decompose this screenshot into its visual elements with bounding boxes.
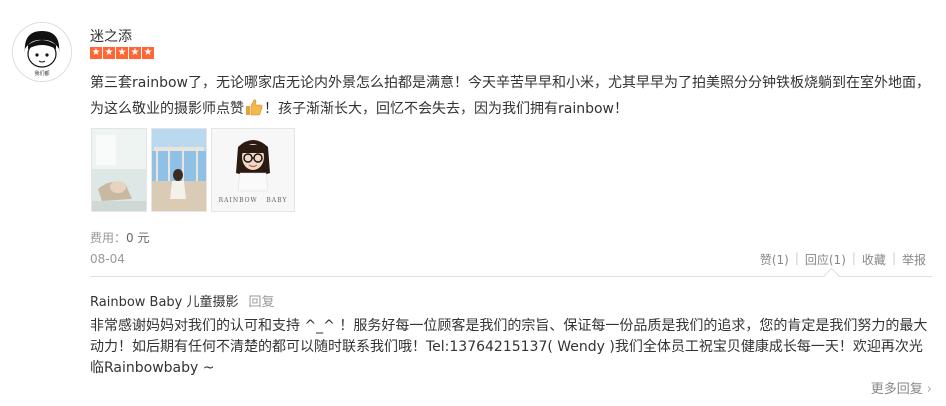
reply-text: 非常感谢妈妈对我们的认可和支持 ^_^ ！服务好每一位顾客是我们的宗旨、保证每一… xyxy=(90,318,928,376)
review-text: 第三套rainbow了，无论哪家店无论内外景怎么拍都是满意！今天辛苦早早和小米，… xyxy=(90,70,930,122)
reply-pointer xyxy=(823,267,840,284)
review-date: 08-04 xyxy=(90,252,125,266)
fee-label: 费用： xyxy=(90,231,127,245)
user-avatar[interactable]: 我们都 xyxy=(12,22,72,82)
like-button[interactable]: 赞(1) xyxy=(754,251,795,268)
report-button[interactable]: 举报 xyxy=(896,251,932,268)
review-photo-1[interactable] xyxy=(91,128,147,212)
reviewer-name[interactable]: 迷之添 xyxy=(90,26,132,46)
review-photo-3[interactable]: RAINBOW BABY xyxy=(211,128,295,212)
reply-tag: 回复 xyxy=(248,295,275,310)
thumbs-up-icon xyxy=(245,98,263,116)
review-photos: RAINBOW BABY xyxy=(91,128,295,212)
reply-divider xyxy=(90,267,932,284)
favorite-button[interactable]: 收藏 xyxy=(856,251,892,268)
respond-button[interactable]: 回应(1) xyxy=(799,251,852,268)
star-icon: ★ xyxy=(116,47,128,59)
chevron-right-icon: › xyxy=(926,382,932,397)
review-text-part-2: ！孩子渐渐长大，回忆不会失去，因为我们拥有rainbow！ xyxy=(264,101,628,117)
reply-header: Rainbow Baby 儿童摄影 回复 xyxy=(90,291,275,310)
svg-text:我们都: 我们都 xyxy=(34,70,49,77)
more-replies-link[interactable]: 更多回复 › xyxy=(871,378,932,397)
reply-author[interactable]: Rainbow Baby 儿童摄影 xyxy=(90,295,239,310)
star-icon: ★ xyxy=(90,47,102,59)
fee-value: 0 元 xyxy=(126,231,150,245)
photo-watermark: RAINBOW BABY xyxy=(218,197,288,204)
star-icon: ★ xyxy=(103,47,115,59)
fee-info: 费用：0 元 xyxy=(90,229,149,246)
more-replies-label: 更多回复 xyxy=(870,382,923,397)
star-icon: ★ xyxy=(142,47,154,59)
cartoon-avatar-icon: 我们都 xyxy=(13,23,71,81)
review-actions: 赞(1) | 回应(1) | 收藏 | 举报 xyxy=(754,251,932,268)
star-rating: ★ ★ ★ ★ ★ xyxy=(90,47,154,59)
review-photo-2[interactable] xyxy=(151,128,207,212)
star-icon: ★ xyxy=(129,47,141,59)
